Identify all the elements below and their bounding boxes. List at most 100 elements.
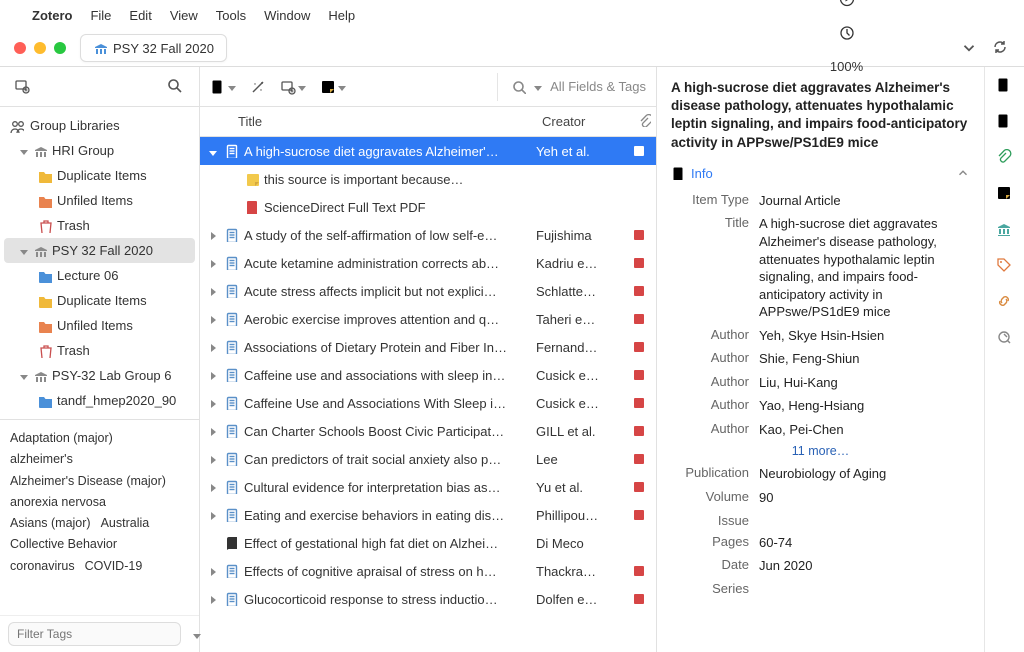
twisty-icon[interactable] bbox=[20, 243, 28, 258]
attachments-tab-icon[interactable] bbox=[996, 149, 1014, 167]
field-value[interactable]: Liu, Hui-Kang bbox=[759, 374, 970, 392]
item-row[interactable]: ScienceDirect Full Text PDF bbox=[200, 193, 656, 221]
field-value[interactable]: Shie, Feng-Shiun bbox=[759, 350, 970, 368]
sidebar-item-tandf[interactable]: tandf_hmep2020_90 bbox=[0, 388, 199, 413]
time-machine-icon[interactable] bbox=[839, 25, 855, 41]
sync-button-icon[interactable] bbox=[992, 39, 1010, 57]
menu-window[interactable]: Window bbox=[264, 8, 310, 23]
info-tab-icon[interactable] bbox=[996, 77, 1014, 95]
tag-item[interactable]: Australia bbox=[101, 513, 150, 534]
group-libraries-header[interactable]: Group Libraries bbox=[0, 113, 199, 138]
libraries-tab-icon[interactable] bbox=[996, 221, 1014, 239]
twisty-icon[interactable] bbox=[206, 368, 220, 383]
new-item-button[interactable] bbox=[210, 79, 236, 95]
sidebar-item-trash[interactable]: Trash bbox=[0, 338, 199, 363]
menu-file[interactable]: File bbox=[90, 8, 111, 23]
info-field[interactable]: PublicationNeurobiology of Aging bbox=[671, 462, 970, 486]
notes-tab-icon[interactable] bbox=[996, 185, 1014, 203]
field-value[interactable]: 90 bbox=[759, 489, 970, 507]
abstract-tab-icon[interactable] bbox=[996, 113, 1014, 131]
item-row[interactable]: Caffeine Use and Associations With Sleep… bbox=[200, 389, 656, 417]
sidebar-item-unfiled[interactable]: Unfiled Items bbox=[0, 188, 199, 213]
item-row[interactable]: Eating and exercise behaviors in eating … bbox=[200, 501, 656, 529]
column-title[interactable]: Title bbox=[200, 114, 542, 129]
twisty-icon[interactable] bbox=[20, 368, 28, 383]
menu-tools[interactable]: Tools bbox=[216, 8, 246, 23]
tag-filter-input[interactable] bbox=[8, 622, 181, 646]
item-row[interactable]: Caffeine use and associations with sleep… bbox=[200, 361, 656, 389]
column-creator[interactable]: Creator bbox=[542, 114, 632, 129]
twisty-icon[interactable] bbox=[206, 592, 220, 607]
twisty-icon[interactable] bbox=[206, 144, 220, 159]
new-attachment-button[interactable] bbox=[280, 79, 306, 95]
sidebar-item-duplicate[interactable]: Duplicate Items bbox=[0, 163, 199, 188]
twisty-icon[interactable] bbox=[206, 452, 220, 467]
info-field[interactable]: Volume90 bbox=[671, 486, 970, 510]
item-row[interactable]: Effects of cognitive apraisal of stress … bbox=[200, 557, 656, 585]
item-row[interactable]: Can predictors of trait social anxiety a… bbox=[200, 445, 656, 473]
sidebar-item-lecture06[interactable]: Lecture 06 bbox=[0, 263, 199, 288]
item-row[interactable]: Acute ketamine administration corrects a… bbox=[200, 249, 656, 277]
field-value[interactable]: Jun 2020 bbox=[759, 557, 970, 575]
items-search[interactable]: All Fields & Tags bbox=[497, 73, 646, 101]
sidebar-item-trash[interactable]: Trash bbox=[0, 213, 199, 238]
add-by-identifier-button[interactable] bbox=[250, 79, 266, 95]
new-note-button[interactable] bbox=[320, 79, 346, 95]
tag-item[interactable]: COVID-19 bbox=[85, 556, 143, 577]
item-row[interactable]: this source is important because… bbox=[200, 165, 656, 193]
search-mode-dropdown-icon[interactable] bbox=[534, 79, 542, 94]
twisty-icon[interactable] bbox=[206, 256, 220, 271]
sidebar-group-hri[interactable]: HRI Group bbox=[0, 138, 199, 163]
twisty-icon[interactable] bbox=[206, 564, 220, 579]
tag-item[interactable]: Adaptation (major) bbox=[10, 428, 113, 449]
field-value[interactable]: Journal Article bbox=[759, 192, 970, 210]
twisty-icon[interactable] bbox=[206, 312, 220, 327]
item-row[interactable]: Effect of gestational high fat diet on A… bbox=[200, 529, 656, 557]
field-value[interactable]: Kao, Pei-Chen bbox=[759, 421, 970, 439]
info-field[interactable]: Issue bbox=[671, 510, 970, 531]
info-field[interactable]: DateJun 2020 bbox=[671, 554, 970, 578]
related-tab-icon[interactable] bbox=[996, 293, 1014, 311]
tag-item[interactable]: Asians (major) bbox=[10, 513, 91, 534]
info-field[interactable]: Series bbox=[671, 578, 970, 599]
menu-view[interactable]: View bbox=[170, 8, 198, 23]
twisty-icon[interactable] bbox=[206, 228, 220, 243]
tabs-dropdown-icon[interactable] bbox=[960, 39, 978, 57]
app-name[interactable]: Zotero bbox=[32, 8, 72, 23]
collections-search-icon[interactable] bbox=[167, 78, 185, 96]
locate-tab-icon[interactable] bbox=[996, 329, 1014, 347]
sidebar-item-unfiled[interactable]: Unfiled Items bbox=[0, 313, 199, 338]
more-authors-link[interactable]: 11 more… bbox=[671, 441, 970, 462]
tag-item[interactable]: alzheimer's bbox=[10, 449, 73, 470]
menu-edit[interactable]: Edit bbox=[129, 8, 151, 23]
field-value[interactable]: Yao, Heng-Hsiang bbox=[759, 397, 970, 415]
minimize-window-button[interactable] bbox=[34, 42, 46, 54]
sidebar-item-duplicate[interactable]: Duplicate Items bbox=[0, 288, 199, 313]
field-value[interactable]: A high-sucrose diet aggravates Alzheimer… bbox=[759, 215, 970, 320]
collapse-icon[interactable] bbox=[956, 166, 970, 180]
tags-tab-icon[interactable] bbox=[996, 257, 1014, 275]
new-collection-icon[interactable] bbox=[14, 78, 32, 96]
twisty-icon[interactable] bbox=[20, 143, 28, 158]
twisty-icon[interactable] bbox=[206, 284, 220, 299]
item-row[interactable]: Aerobic exercise improves attention and … bbox=[200, 305, 656, 333]
library-tab[interactable]: PSY 32 Fall 2020 bbox=[80, 34, 227, 62]
sidebar-group-psy32[interactable]: PSY 32 Fall 2020 bbox=[4, 238, 195, 263]
info-field[interactable]: AuthorShie, Feng-Shiun bbox=[671, 347, 970, 371]
tag-item[interactable]: coronavirus bbox=[10, 556, 75, 577]
close-window-button[interactable] bbox=[14, 42, 26, 54]
tag-item[interactable]: anorexia nervosa bbox=[10, 492, 106, 513]
info-field[interactable]: AuthorKao, Pei-Chen bbox=[671, 418, 970, 442]
item-row[interactable]: A study of the self-affirmation of low s… bbox=[200, 221, 656, 249]
twisty-icon[interactable] bbox=[206, 508, 220, 523]
screen-recording-icon[interactable] bbox=[839, 0, 855, 7]
info-section-header[interactable]: Info bbox=[657, 162, 984, 187]
tag-item[interactable]: Collective Behavior bbox=[10, 534, 117, 555]
item-row[interactable]: Cultural evidence for interpretation bia… bbox=[200, 473, 656, 501]
twisty-icon[interactable] bbox=[206, 396, 220, 411]
field-value[interactable]: 60-74 bbox=[759, 534, 970, 552]
item-row[interactable]: Acute stress affects implicit but not ex… bbox=[200, 277, 656, 305]
item-row[interactable]: A high-sucrose diet aggravates Alzheimer… bbox=[200, 137, 656, 165]
column-attachment[interactable] bbox=[632, 114, 656, 130]
zoom-window-button[interactable] bbox=[54, 42, 66, 54]
